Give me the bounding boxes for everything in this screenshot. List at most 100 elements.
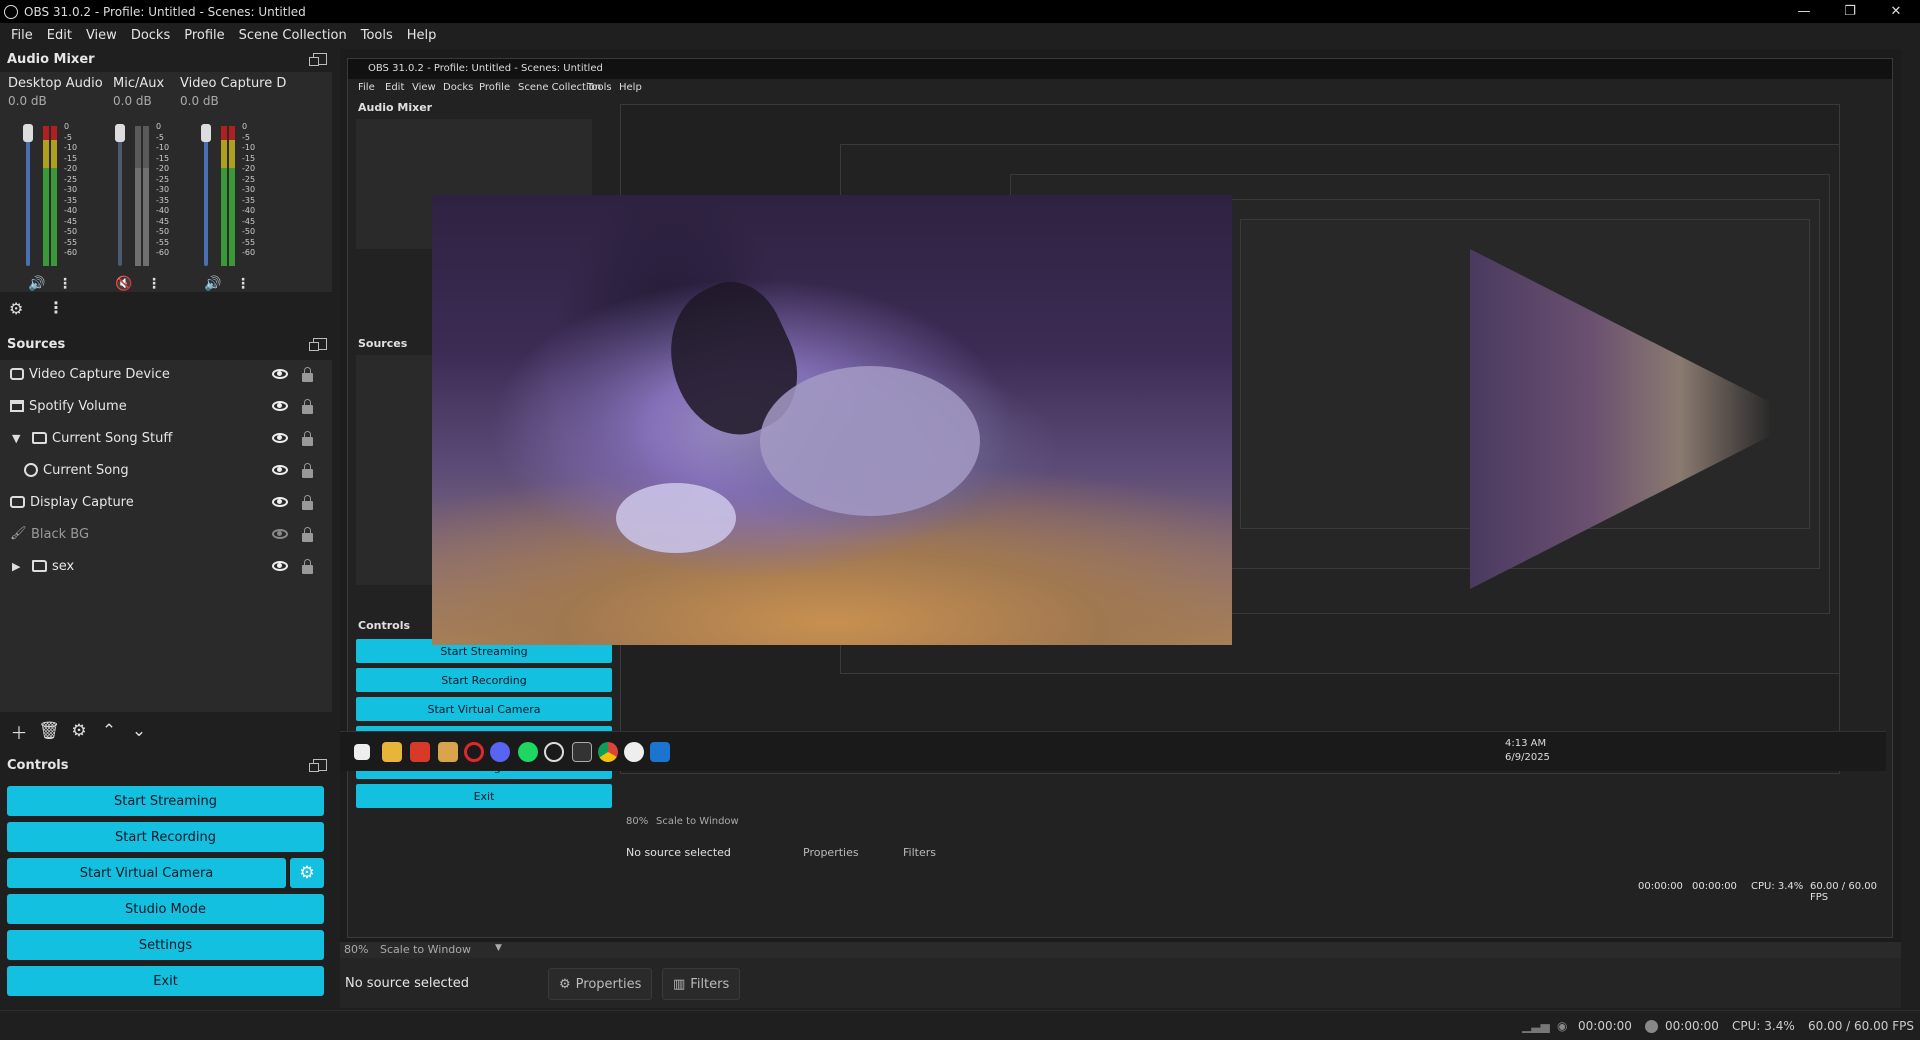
expand-chevron-icon[interactable]: ▼ xyxy=(12,432,24,445)
windows-start-icon xyxy=(354,744,370,760)
channel-menu-icon[interactable]: ⋮ xyxy=(143,274,165,294)
source-item-video-capture-device[interactable]: Video Capture Device xyxy=(0,360,332,388)
channel-menu-icon[interactable]: ⋮ xyxy=(54,274,76,294)
sources-title: Sources xyxy=(7,337,66,352)
source-toolbar: No source selected ⚙ Properties ▥ Filter… xyxy=(340,958,1901,1008)
scale-dropdown-chevron-icon[interactable]: ▼ xyxy=(495,943,502,953)
move-down-chevron-icon[interactable]: ⌄ xyxy=(124,721,154,741)
collapse-chevron-icon[interactable]: ▶ xyxy=(12,560,24,573)
undock-mixer-icon[interactable] xyxy=(309,53,327,66)
add-source-icon[interactable]: ＋ xyxy=(4,719,34,744)
volume-slider[interactable] xyxy=(26,126,30,266)
app-icon xyxy=(438,742,458,762)
mixer-menu-icon[interactable]: ⋮ xyxy=(48,298,64,317)
menu-tools[interactable]: Tools xyxy=(354,28,400,43)
start-recording-button[interactable]: Start Recording xyxy=(7,822,324,852)
lock-icon[interactable] xyxy=(302,558,313,574)
properties-gear-icon: ⚙ xyxy=(559,976,571,992)
restore-button[interactable]: ❐ xyxy=(1830,0,1870,23)
lock-icon[interactable] xyxy=(302,430,313,446)
lock-icon[interactable] xyxy=(302,398,313,414)
volume-slider-handle[interactable] xyxy=(115,124,125,142)
network-signal-icon: ▁▃▅ xyxy=(1522,1019,1550,1033)
no-source-label: No source selected xyxy=(345,976,469,991)
filters-button[interactable]: ▥ Filters xyxy=(662,968,741,1000)
nested-sources-title: Sources xyxy=(358,337,408,350)
exit-button[interactable]: Exit xyxy=(7,966,324,996)
undock-sources-icon[interactable] xyxy=(309,338,327,351)
menu-edit[interactable]: Edit xyxy=(40,28,79,43)
nested-fps: 60.00 / 60.00 FPS xyxy=(1810,881,1877,903)
audio-mixer-title: Audio Mixer xyxy=(7,52,95,67)
source-label: Spotify Volume xyxy=(29,398,127,414)
source-item-black-bg[interactable]: 🖌 Black BG xyxy=(0,520,332,548)
source-item-current-song-stuff[interactable]: ▼ Current Song Stuff xyxy=(0,424,332,452)
taskbar-clock-time: 4:13 AM xyxy=(1505,738,1547,749)
close-button[interactable]: ✕ xyxy=(1876,0,1916,23)
folder-icon xyxy=(32,432,47,444)
start-streaming-button[interactable]: Start Streaming xyxy=(7,786,324,816)
nested-menu-docks: Docks xyxy=(443,82,474,93)
menu-profile[interactable]: Profile xyxy=(177,28,231,43)
nested-timer-2: 00:00:00 xyxy=(1692,881,1737,892)
volume-slider-handle[interactable] xyxy=(23,124,33,142)
webcam-cat-photo[interactable] xyxy=(432,195,1232,645)
studio-mode-button[interactable]: Studio Mode xyxy=(7,894,324,924)
menu-file[interactable]: File xyxy=(4,28,40,43)
source-item-current-song[interactable]: Current Song xyxy=(0,456,332,484)
start-virtual-camera-button[interactable]: Start Virtual Camera xyxy=(7,858,286,888)
muted-speaker-icon[interactable]: 🔇 xyxy=(113,274,135,294)
properties-button[interactable]: ⚙ Properties xyxy=(548,968,653,1000)
undock-controls-icon[interactable] xyxy=(309,759,327,772)
visibility-eye-icon[interactable] xyxy=(272,497,288,507)
preview-zoom-bar: 80% Scale to Window ▼ xyxy=(340,942,1901,958)
pen-icon xyxy=(572,742,592,762)
volume-slider[interactable] xyxy=(204,126,208,266)
nested-menu-tools: Tools xyxy=(587,82,612,93)
visibility-eye-icon[interactable] xyxy=(272,433,288,443)
channel-db: 0.0 dB xyxy=(8,94,47,108)
audio-mixer-panel: Desktop Audio 0.0 dB 0 -5 -10 -15 -20 -25 -30-… xyxy=(0,72,332,292)
menu-scene-collection[interactable]: Scene Collection xyxy=(232,28,354,43)
channel-menu-icon[interactable]: ⋮ xyxy=(232,274,254,294)
visibility-eye-icon[interactable] xyxy=(272,465,288,475)
move-up-chevron-icon[interactable]: ⌃ xyxy=(94,721,124,741)
nested-properties: Properties xyxy=(803,846,859,859)
source-item-sex[interactable]: ▶ sex xyxy=(0,552,332,580)
source-properties-gear-icon[interactable]: ⚙ xyxy=(64,721,94,741)
window-titlebar: OBS 31.0.2 - Profile: Untitled - Scenes:… xyxy=(0,0,1920,23)
virtual-camera-settings-gear-icon[interactable]: ⚙ xyxy=(290,858,324,888)
source-item-display-capture[interactable]: Display Capture xyxy=(0,488,332,516)
lock-icon[interactable] xyxy=(302,494,313,510)
speaker-icon[interactable]: 🔊 xyxy=(26,274,48,294)
volume-slider[interactable] xyxy=(118,126,122,266)
visibility-eye-icon[interactable] xyxy=(272,401,288,411)
record-status-icon xyxy=(1645,1020,1658,1033)
visibility-eye-icon[interactable] xyxy=(272,561,288,571)
remove-source-icon[interactable]: 🗑 xyxy=(34,721,64,741)
game-icon xyxy=(410,742,430,762)
lock-icon[interactable] xyxy=(302,462,313,478)
source-label: Current Song xyxy=(43,462,129,478)
volume-slider-handle[interactable] xyxy=(201,124,211,142)
stream-status-icon: ◉ xyxy=(1557,1019,1568,1033)
advanced-audio-gear-icon[interactable]: ⚙ xyxy=(9,299,23,318)
hidden-eye-icon[interactable] xyxy=(272,529,288,539)
settings-button[interactable]: Settings xyxy=(7,930,324,960)
channel-name: Video Capture D xyxy=(180,76,287,91)
menu-docks[interactable]: Docks xyxy=(124,28,177,43)
menu-view[interactable]: View xyxy=(79,28,124,43)
brush-icon: 🖌 xyxy=(10,526,27,541)
lock-icon[interactable] xyxy=(302,366,313,382)
lock-icon[interactable] xyxy=(302,526,313,542)
menu-help[interactable]: Help xyxy=(400,28,444,43)
visibility-eye-icon[interactable] xyxy=(272,369,288,379)
source-item-spotify-volume[interactable]: Spotify Volume xyxy=(0,392,332,420)
minimize-button[interactable]: — xyxy=(1784,0,1824,23)
preview-canvas[interactable]: OBS 31.0.2 - Profile: Untitled - Scenes:… xyxy=(340,49,1901,942)
speaker-icon[interactable]: 🔊 xyxy=(202,274,224,294)
file-explorer-icon xyxy=(382,742,402,762)
nested-cpu: CPU: 3.4% xyxy=(1751,881,1804,892)
scale-mode-select[interactable]: Scale to Window xyxy=(380,943,471,956)
level-meter-right xyxy=(51,126,57,266)
